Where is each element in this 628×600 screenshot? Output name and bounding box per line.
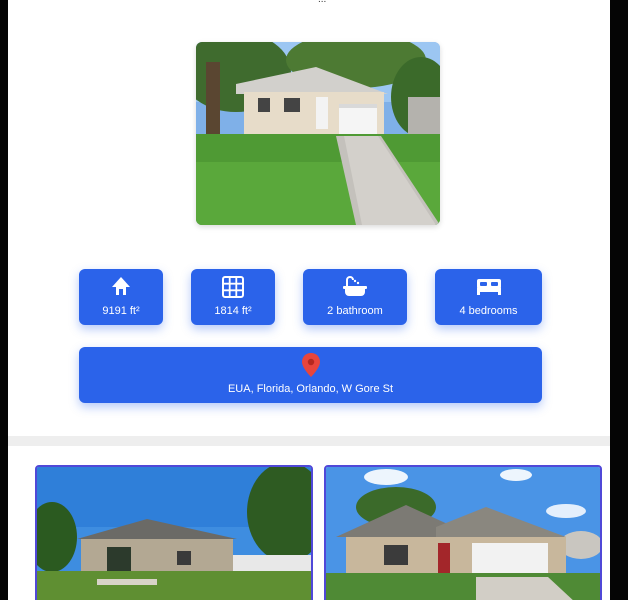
location-button[interactable]: EUA, Florida, Orlando, W Gore St bbox=[79, 347, 542, 403]
section-divider bbox=[8, 436, 610, 446]
bathtub-icon bbox=[303, 269, 407, 297]
related-listing-card[interactable] bbox=[35, 465, 313, 600]
bed-icon bbox=[435, 269, 542, 297]
stat-living-area: 9191 ft² bbox=[79, 269, 163, 325]
location-address: EUA, Florida, Orlando, W Gore St bbox=[227, 383, 394, 395]
property-hero-image[interactable] bbox=[196, 42, 440, 225]
map-pin-icon bbox=[79, 347, 542, 377]
top-text-fragment: ... bbox=[318, 0, 326, 5]
stat-label: 2 bathroom bbox=[327, 305, 383, 317]
stat-bedrooms: 4 bedrooms bbox=[435, 269, 542, 325]
stat-label: 4 bedrooms bbox=[459, 305, 518, 317]
related-listing-image bbox=[326, 467, 600, 600]
stat-lot-size: 1814 ft² bbox=[191, 269, 275, 325]
stat-label: 1814 ft² bbox=[214, 305, 252, 317]
app-screen: ... bbox=[8, 0, 610, 600]
device-frame: ... bbox=[0, 0, 628, 600]
house-icon bbox=[79, 269, 163, 297]
grid-icon bbox=[191, 269, 275, 298]
related-listing-card[interactable] bbox=[324, 465, 602, 600]
related-listing-image bbox=[37, 467, 311, 600]
stat-bathrooms: 2 bathroom bbox=[303, 269, 407, 325]
stat-label: 9191 ft² bbox=[102, 305, 140, 317]
